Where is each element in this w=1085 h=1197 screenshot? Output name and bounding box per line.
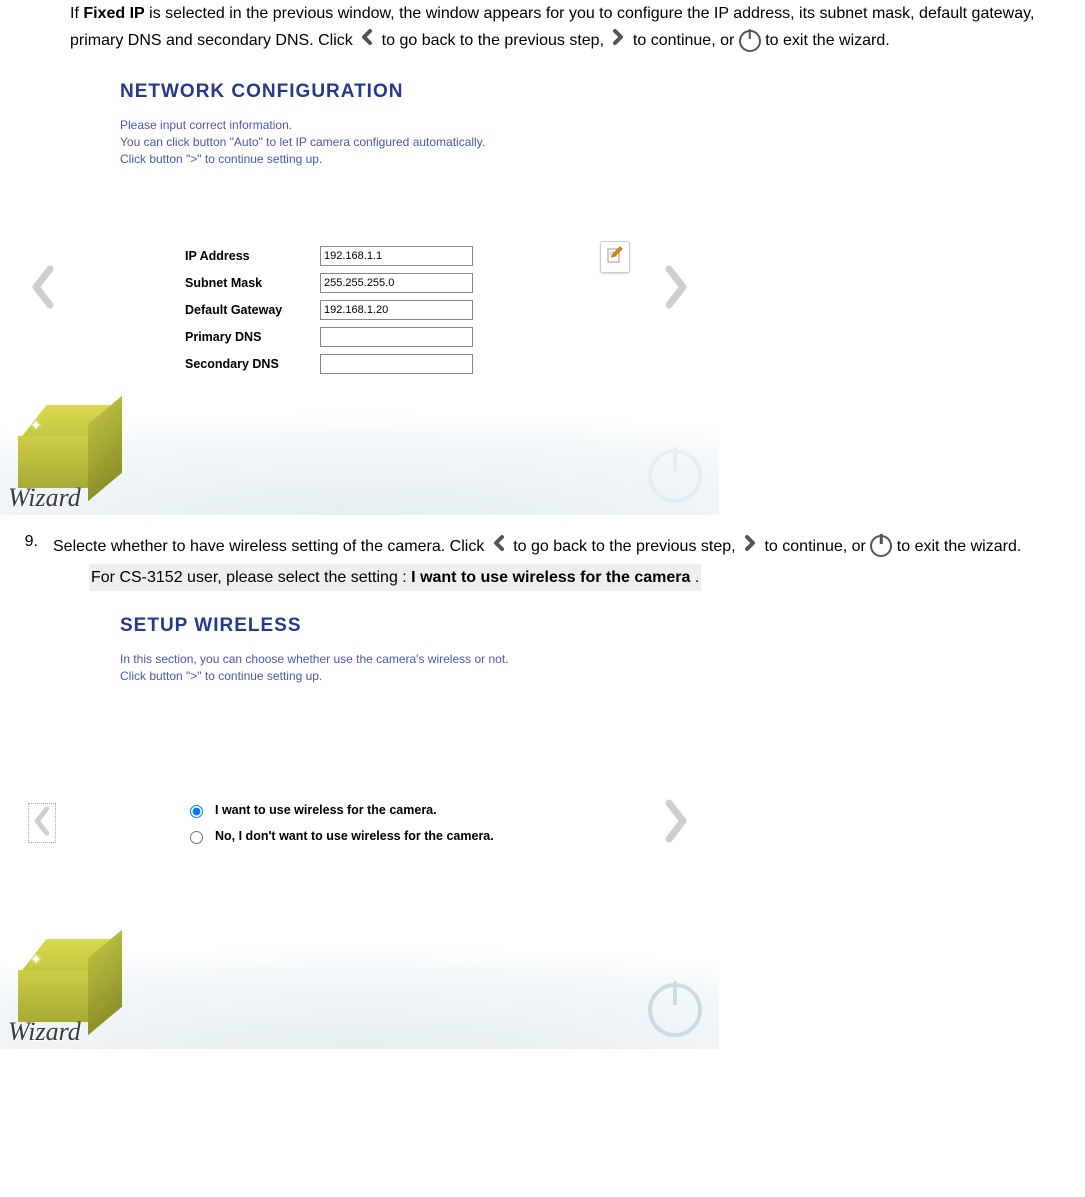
panel-title: SETUP WIRELESS — [120, 615, 660, 637]
next-button[interactable] — [661, 265, 691, 313]
ip-address-input[interactable] — [320, 246, 473, 266]
back-button[interactable] — [28, 265, 58, 313]
primary-dns-input[interactable] — [320, 327, 473, 347]
power-icon — [739, 30, 761, 52]
primary-dns-label: Primary DNS — [185, 330, 320, 344]
network-config-screenshot: NETWORK CONFIGURATION Please input corre… — [0, 63, 719, 515]
intro-paragraph: If Fixed IP is selected in the previous … — [70, 0, 1065, 55]
exit-wizard-button[interactable] — [644, 445, 699, 500]
default-gateway-label: Default Gateway — [185, 303, 320, 317]
chevron-left-icon — [359, 27, 375, 54]
power-icon — [648, 449, 702, 503]
secondary-dns-label: Secondary DNS — [185, 357, 320, 371]
wizard-logo: ✦ ✦ ✦ Wizard — [0, 405, 120, 515]
default-gateway-input[interactable] — [320, 300, 473, 320]
cs-3152-note: For CS-3152 user, please select the sett… — [89, 564, 701, 591]
subnet-mask-input[interactable] — [320, 273, 473, 293]
use-wireless-option[interactable]: I want to use wireless for the camera. — [185, 797, 494, 823]
panel-title: NETWORK CONFIGURATION — [120, 81, 660, 103]
chevron-left-icon — [491, 533, 507, 560]
pencil-note-icon — [606, 246, 624, 268]
chevron-right-icon — [742, 533, 758, 560]
back-button[interactable] — [28, 803, 56, 843]
exit-wizard-button[interactable] — [644, 979, 699, 1034]
setup-wireless-screenshot: SETUP WIRELESS In this section, you can … — [0, 597, 719, 1049]
no-wireless-radio[interactable] — [190, 831, 203, 844]
step-number: 9. — [0, 533, 53, 592]
secondary-dns-input[interactable] — [320, 354, 473, 374]
step-9: 9. Selecte whether to have wireless sett… — [0, 533, 1085, 592]
power-icon — [648, 983, 702, 1037]
edit-button[interactable] — [600, 241, 630, 273]
use-wireless-radio[interactable] — [190, 805, 203, 818]
network-form: IP Address Subnet Mask Default Gateway P… — [185, 243, 473, 378]
wizard-logo: ✦ ✦ ✦ Wizard — [0, 939, 120, 1049]
next-button[interactable] — [661, 799, 691, 847]
ip-address-label: IP Address — [185, 249, 320, 263]
subnet-mask-label: Subnet Mask — [185, 276, 320, 290]
power-icon — [870, 535, 892, 557]
no-wireless-option[interactable]: No, I don't want to use wireless for the… — [185, 823, 494, 849]
wireless-options: I want to use wireless for the camera. N… — [185, 797, 494, 849]
chevron-right-icon — [610, 27, 626, 54]
